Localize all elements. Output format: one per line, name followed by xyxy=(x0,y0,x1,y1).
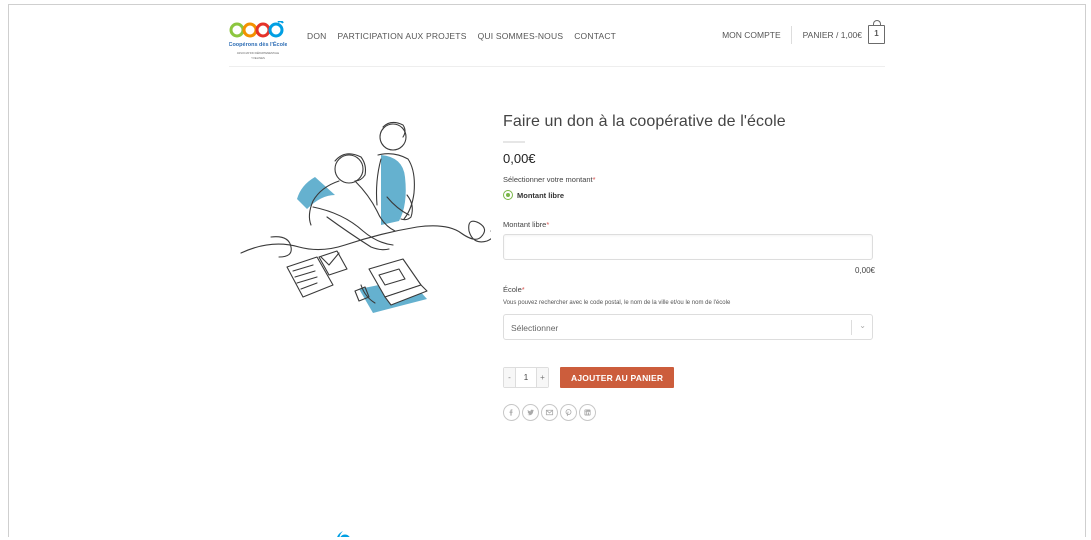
school-select-placeholder: Sélectionner xyxy=(511,323,559,333)
radio-montant-libre-label: Montant libre xyxy=(517,190,565,200)
product-price: 0,00€ xyxy=(503,151,536,166)
footer-logo-icon xyxy=(327,525,353,537)
required-mark: * xyxy=(592,175,596,184)
nav-item-qui-sommes-nous[interactable]: QUI SOMMES-NOUS xyxy=(478,31,564,41)
quantity-stepper: - + xyxy=(503,367,549,388)
add-to-cart-row: - + AJOUTER AU PANIER xyxy=(503,367,875,388)
facebook-icon[interactable] xyxy=(503,404,520,421)
main-nav: DON PARTICIPATION AUX PROJETS QUI SOMMES… xyxy=(307,31,616,41)
email-icon[interactable] xyxy=(541,404,558,421)
browser-viewport: Coopérons dès l'École ASSOCIATION DÉPART… xyxy=(8,4,1086,537)
radio-montant-libre[interactable]: Montant libre xyxy=(503,190,875,200)
free-amount-label-text: Montant libre xyxy=(503,220,547,229)
qty-plus-button[interactable]: + xyxy=(537,368,548,387)
pinterest-icon[interactable] xyxy=(560,404,577,421)
cart-link[interactable]: PANIER / 1,00€ xyxy=(792,30,862,40)
qty-input[interactable] xyxy=(515,368,537,387)
svg-text:YVELINES: YVELINES xyxy=(251,56,265,60)
free-amount-label: Montant libre* xyxy=(503,220,875,229)
school-select[interactable]: Sélectionner ⌄ xyxy=(503,314,873,340)
product-details: Faire un don à la coopérative de l'école… xyxy=(503,113,875,421)
select-divider xyxy=(851,320,852,335)
amount-select-label: Sélectionner votre montant* xyxy=(503,175,875,184)
cart-count: 1 xyxy=(874,29,879,38)
header-actions: MON COMPTE PANIER / 1,00€ 1 xyxy=(722,20,885,44)
occe-logo-icon: Coopérons dès l'École ASSOCIATION DÉPART… xyxy=(229,21,287,60)
share-icons xyxy=(503,404,875,421)
linkedin-icon[interactable] xyxy=(579,404,596,421)
nav-item-participation[interactable]: PARTICIPATION AUX PROJETS xyxy=(338,31,467,41)
site-logo[interactable]: Coopérons dès l'École ASSOCIATION DÉPART… xyxy=(229,21,287,63)
school-label-text: École xyxy=(503,285,522,294)
children-laptop-illustration xyxy=(240,121,491,313)
amount-select-label-text: Sélectionner votre montant xyxy=(503,175,593,184)
nav-item-contact[interactable]: CONTACT xyxy=(574,31,616,41)
title-divider xyxy=(503,141,525,143)
svg-text:Coopérons dès l'École: Coopérons dès l'École xyxy=(229,40,287,48)
free-amount-input[interactable] xyxy=(503,234,873,260)
free-amount-display: 0,00€ xyxy=(854,266,875,275)
twitter-icon[interactable] xyxy=(522,404,539,421)
add-to-cart-button[interactable]: AJOUTER AU PANIER xyxy=(560,367,675,388)
radio-checked-icon[interactable] xyxy=(503,190,513,200)
school-helper-text: Vous pouvez rechercher avec le code post… xyxy=(503,300,731,306)
site-header: Coopérons dès l'École ASSOCIATION DÉPART… xyxy=(229,20,885,67)
required-mark: * xyxy=(546,220,550,229)
my-account-link[interactable]: MON COMPTE xyxy=(722,25,792,44)
nav-item-don[interactable]: DON xyxy=(307,31,327,41)
cart-bag-icon[interactable]: 1 xyxy=(868,20,885,44)
qty-minus-button[interactable]: - xyxy=(504,368,515,387)
chevron-down-icon[interactable]: ⌄ xyxy=(859,321,866,330)
svg-text:ASSOCIATION DÉPARTEMENTALE: ASSOCIATION DÉPARTEMENTALE xyxy=(237,50,280,55)
product-title: Faire un don à la coopérative de l'école xyxy=(503,113,786,130)
required-mark: * xyxy=(521,285,525,294)
school-label: École* xyxy=(503,285,875,294)
product-illustration xyxy=(231,117,491,322)
